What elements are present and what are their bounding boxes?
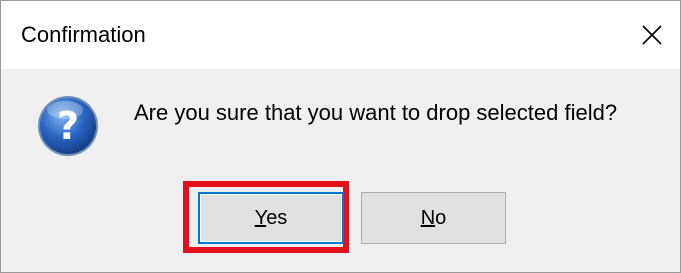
- yes-button-label: Yes: [254, 206, 288, 229]
- confirmation-message: Are you sure that you want to drop selec…: [134, 100, 618, 125]
- svg-text:?: ?: [57, 104, 79, 148]
- dialog-body: ? Are you sure that you want to drop sel…: [1, 69, 680, 272]
- title-bar[interactable]: Confirmation: [1, 1, 680, 69]
- no-button-label: No: [420, 206, 447, 229]
- question-icon: ?: [38, 96, 98, 156]
- window-title: Confirmation: [21, 22, 146, 47]
- close-button[interactable]: [624, 1, 680, 69]
- no-button[interactable]: No: [361, 192, 506, 244]
- confirmation-dialog: Confirmation ? Are you sure that you wan…: [0, 0, 681, 273]
- close-icon: [642, 25, 662, 45]
- yes-button[interactable]: Yes: [198, 192, 344, 244]
